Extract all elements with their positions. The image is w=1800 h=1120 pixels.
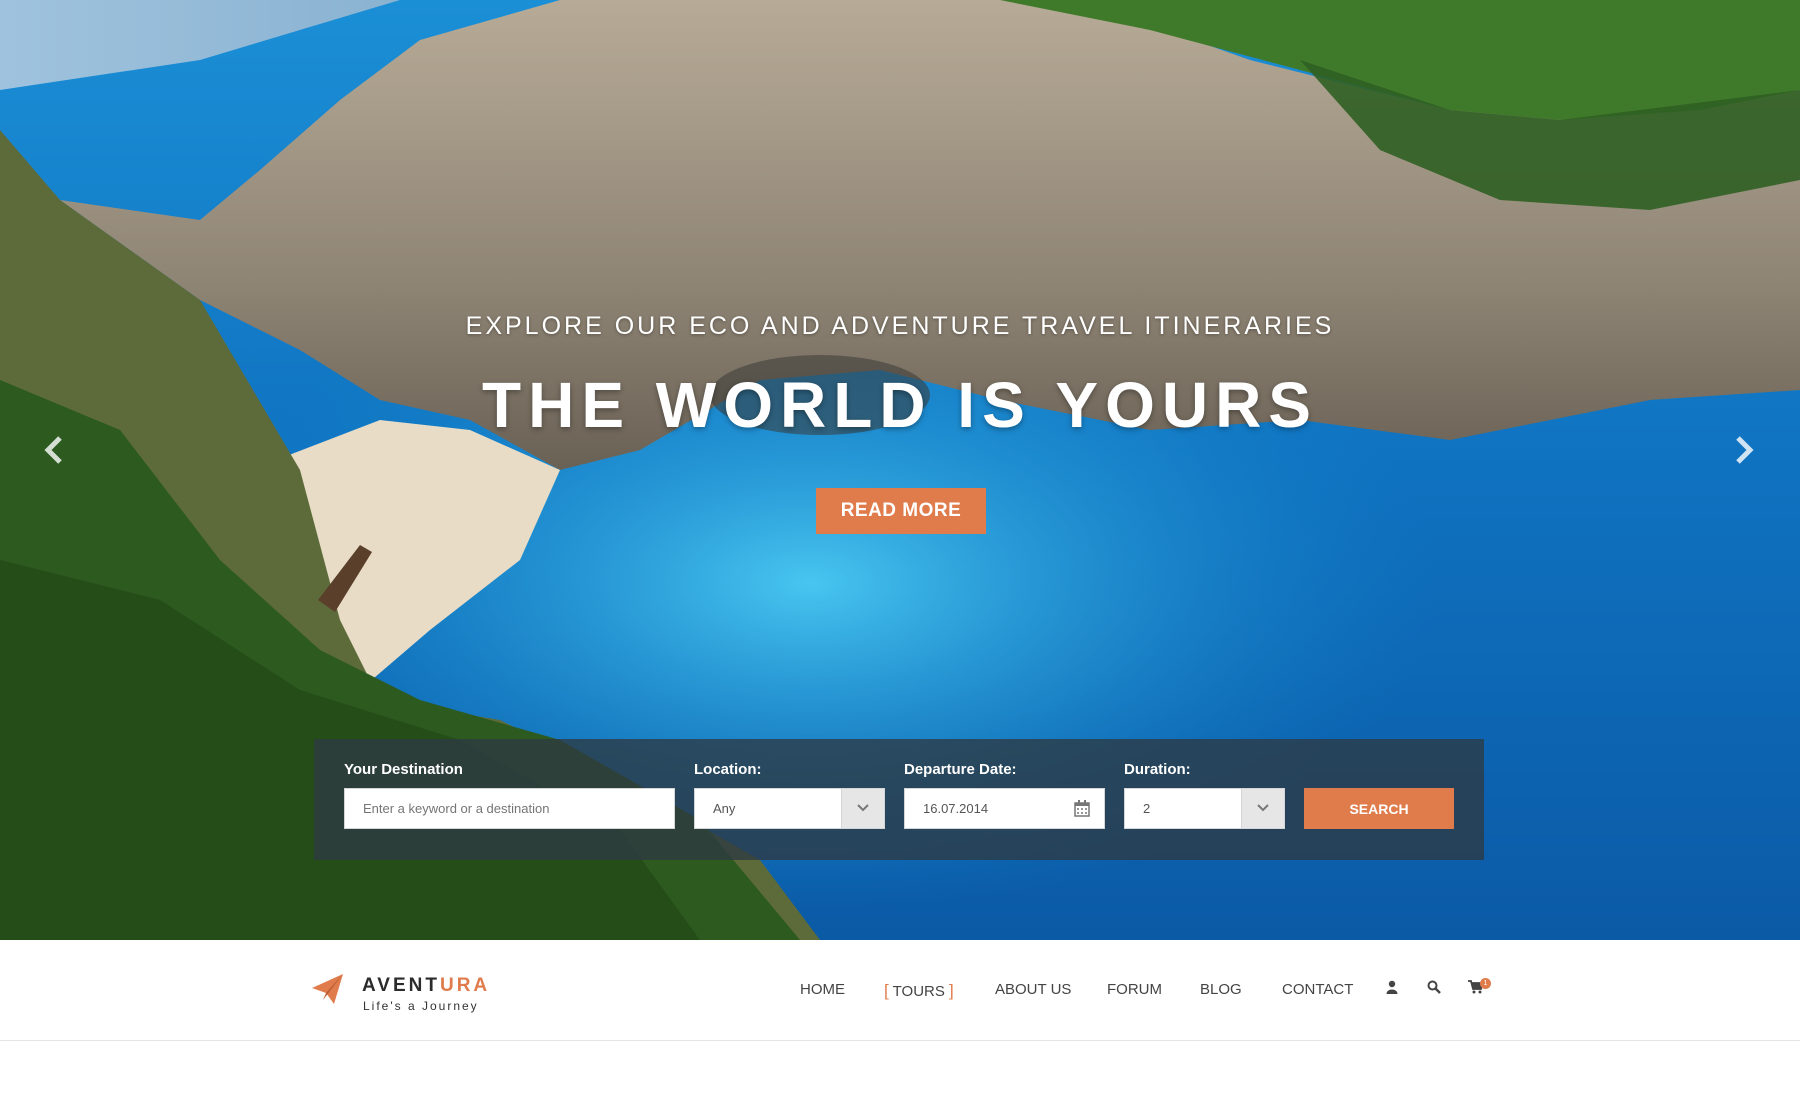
destination-field[interactable] [344,788,675,829]
duration-dropdown-toggle[interactable] [1241,789,1284,828]
nav-item-blog[interactable]: BLOG [1200,981,1242,998]
calendar-icon[interactable] [1074,800,1090,817]
destination-input[interactable] [345,789,674,828]
active-bracket-right: ] [949,981,954,1000]
duration-select[interactable]: 2 [1124,788,1285,829]
nav-item-forum[interactable]: FORUM [1107,981,1162,998]
hero-subtitle: EXPLORE OUR ECO AND ADVENTURE TRAVEL ITI… [465,312,1335,340]
nav-item-home[interactable]: HOME [800,981,845,998]
hero-slider: EXPLORE OUR ECO AND ADVENTURE TRAVEL ITI… [0,0,1800,940]
brand-name-accent: URA [439,975,491,996]
departure-label: Departure Date: [904,761,1017,778]
location-dropdown-toggle[interactable] [841,789,884,828]
location-label: Location: [694,761,762,778]
departure-date-field[interactable]: 16.07.2014 [904,788,1105,829]
site-header: AVENTURA Life's a Journey HOME [ TOURS ]… [0,940,1800,1041]
chevron-down-icon [1257,804,1269,812]
read-more-button[interactable]: READ MORE [816,488,986,534]
chevron-down-icon [857,804,869,812]
brand-tagline: Life's a Journey [363,999,479,1013]
paper-plane-logo-icon[interactable] [312,974,344,1004]
tour-search-form: Your Destination Location: Any Departure… [314,739,1484,860]
cart-count-badge: 1 [1480,978,1491,989]
brand-name-main: AVENT [362,975,440,996]
location-value: Any [713,801,736,816]
brand-name[interactable]: AVENTURA [362,975,490,997]
search-button[interactable]: SEARCH [1304,788,1454,829]
nav-item-contact[interactable]: CONTACT [1282,981,1353,998]
nav-item-tours-label: TOURS [892,983,945,1000]
departure-date-value: 16.07.2014 [923,801,989,816]
duration-label: Duration: [1124,761,1191,778]
search-icon[interactable] [1427,980,1441,994]
active-bracket-left: [ [884,981,889,1000]
nav-item-about[interactable]: ABOUT US [995,981,1071,998]
duration-value: 2 [1143,801,1151,816]
nav-item-tours[interactable]: [ TOURS ] [884,981,954,1001]
destination-label: Your Destination [344,761,463,778]
hero-title: THE WORLD IS YOURS [482,369,1318,441]
user-icon[interactable] [1386,980,1398,994]
location-select[interactable]: Any [694,788,885,829]
